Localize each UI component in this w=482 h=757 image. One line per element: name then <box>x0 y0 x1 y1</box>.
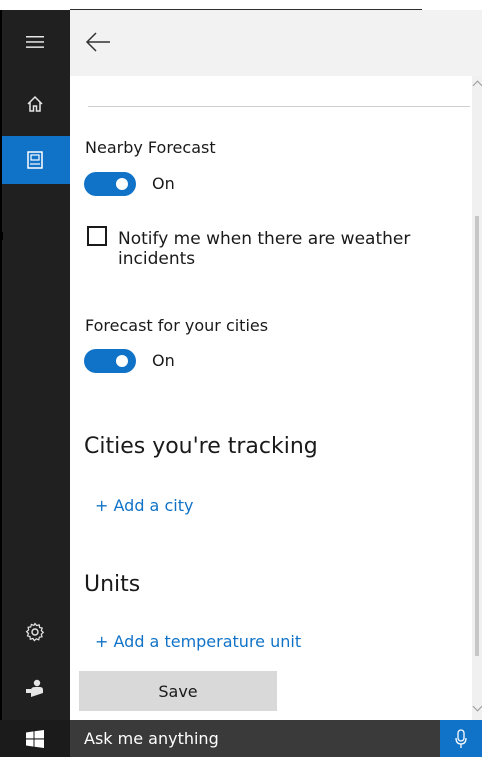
forecast-cities-toggle[interactable] <box>84 349 136 373</box>
forecast-cities-state: On <box>152 351 175 370</box>
window-left-edge <box>0 10 2 720</box>
header-bar <box>70 10 482 76</box>
nearby-forecast-label: Nearby Forecast <box>85 138 216 157</box>
scroll-thumb[interactable] <box>475 216 479 656</box>
forecast-cities-label: Forecast for your cities <box>85 316 269 335</box>
add-temperature-unit-link[interactable]: + Add a temperature unit <box>95 632 301 651</box>
sidebar-item-home[interactable] <box>0 80 70 128</box>
settings-panel: Nearby Forecast On Notify me when there … <box>70 76 472 720</box>
section-divider <box>88 106 470 107</box>
save-button[interactable]: Save <box>79 671 277 711</box>
sidebar-item-feedback[interactable] <box>0 664 70 712</box>
sidebar-item-menu[interactable] <box>0 18 70 66</box>
edge-marker <box>0 232 3 240</box>
feedback-icon <box>26 679 43 697</box>
sidebar-item-notebook[interactable] <box>0 136 70 184</box>
windows-logo-icon <box>26 729 44 748</box>
cortana-sidebar <box>0 10 70 720</box>
gear-icon <box>25 622 45 642</box>
notebook-icon <box>27 151 43 169</box>
scroll-down-arrow-icon[interactable] <box>472 701 482 712</box>
nearby-forecast-state: On <box>152 174 175 193</box>
cities-tracking-heading: Cities you're tracking <box>84 434 318 459</box>
sidebar-item-settings[interactable] <box>0 608 70 656</box>
back-arrow-icon <box>85 32 110 52</box>
microphone-icon <box>455 728 467 748</box>
units-heading: Units <box>84 572 141 597</box>
start-button[interactable] <box>0 720 70 757</box>
toggle-knob <box>116 355 128 367</box>
taskbar: Ask me anything <box>0 720 482 757</box>
add-city-link[interactable]: + Add a city <box>95 496 193 515</box>
toggle-knob <box>116 178 128 190</box>
cortana-search-box[interactable]: Ask me anything <box>70 720 440 757</box>
notify-checkbox[interactable] <box>87 226 107 246</box>
notify-label: Notify me when there are weather inciden… <box>118 229 411 269</box>
microphone-button[interactable] <box>440 720 482 757</box>
back-button[interactable] <box>84 30 112 58</box>
hamburger-menu-icon <box>26 36 44 48</box>
nearby-forecast-toggle[interactable] <box>84 172 136 196</box>
scrollbar[interactable] <box>472 76 482 720</box>
home-icon <box>27 95 43 112</box>
scroll-up-arrow-icon[interactable] <box>472 80 482 91</box>
